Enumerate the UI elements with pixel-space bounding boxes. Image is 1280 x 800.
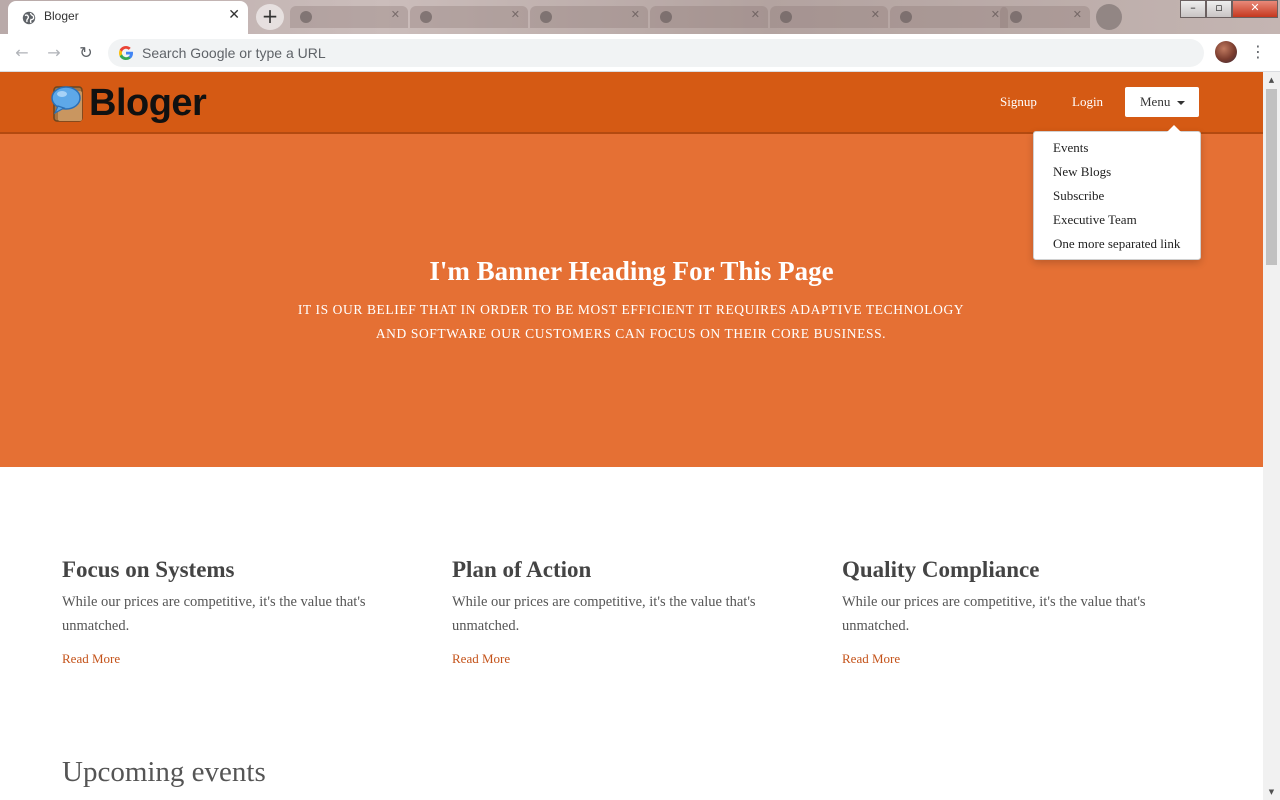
- background-tab[interactable]: ✕: [290, 6, 408, 28]
- background-tab[interactable]: ✕: [530, 6, 648, 28]
- feature-card: Quality Compliance While our prices are …: [842, 556, 1172, 668]
- new-tab-button[interactable]: +: [256, 4, 284, 30]
- more-options-icon[interactable]: ⋮: [1250, 41, 1266, 65]
- feature-text: While our prices are competitive, it's t…: [842, 594, 1146, 634]
- background-tab[interactable]: ✕: [1000, 6, 1090, 28]
- feature-text: While our prices are competitive, it's t…: [62, 594, 366, 634]
- maximize-button[interactable]: ▫: [1206, 0, 1232, 18]
- feature-card: Focus on Systems While our prices are co…: [62, 556, 392, 668]
- profile-avatar[interactable]: [1215, 41, 1237, 63]
- page-scrollbar[interactable]: ▲ ▼: [1263, 72, 1280, 800]
- tab-strip: ✕ ✕ ✕ ✕ ✕ ✕ ✕ Bloger ✕ + – ▫ ✕: [0, 0, 1280, 34]
- tab-close-icon[interactable]: ✕: [228, 7, 240, 23]
- login-link[interactable]: Login: [1072, 94, 1103, 110]
- site-navbar: Bloger Signup Login Menu: [0, 72, 1263, 134]
- menu-dropdown: Events New Blogs Subscribe Executive Tea…: [1033, 125, 1201, 260]
- read-more-link[interactable]: Read More: [842, 651, 900, 667]
- background-tab[interactable]: ✕: [770, 6, 888, 28]
- tab-favicon-icon: [780, 11, 792, 23]
- background-tab[interactable]: ✕: [890, 6, 1008, 28]
- tab-close-icon[interactable]: ✕: [751, 8, 760, 21]
- tab-close-icon[interactable]: ✕: [511, 8, 520, 21]
- scroll-up-icon[interactable]: ▲: [1263, 72, 1280, 88]
- background-tab[interactable]: ✕: [410, 6, 528, 28]
- tab-close-icon[interactable]: ✕: [871, 8, 880, 21]
- banner-subtext: IT IS OUR BELIEF THAT IN ORDER TO BE MOS…: [297, 302, 965, 341]
- site-logo[interactable]: Bloger: [50, 81, 207, 125]
- back-arrow-icon[interactable]: ←: [10, 41, 34, 65]
- signup-link[interactable]: Signup: [1000, 94, 1037, 110]
- menu-dropdown-button[interactable]: Menu: [1125, 87, 1199, 117]
- dropdown-item-subscribe[interactable]: Subscribe: [1034, 184, 1200, 208]
- tab-title: Bloger: [44, 9, 79, 23]
- caret-down-icon: [1177, 101, 1185, 105]
- reload-icon[interactable]: ↻: [74, 41, 98, 65]
- read-more-link[interactable]: Read More: [62, 651, 120, 667]
- tab-close-icon[interactable]: ✕: [1073, 8, 1082, 21]
- active-tab[interactable]: Bloger ✕: [8, 1, 248, 34]
- feature-text: While our prices are competitive, it's t…: [452, 594, 756, 634]
- feature-title: Plan of Action: [452, 557, 592, 582]
- minimize-button[interactable]: –: [1180, 0, 1206, 18]
- tab-favicon-icon: [420, 11, 432, 23]
- browser-toolbar: ← → ↻ ⋮: [0, 34, 1280, 72]
- dropdown-item-events[interactable]: Events: [1034, 136, 1200, 160]
- scroll-down-icon[interactable]: ▼: [1263, 784, 1280, 800]
- scrollbar-thumb[interactable]: [1266, 89, 1277, 265]
- speech-bubble-icon: [51, 86, 83, 122]
- globe-icon: [22, 11, 36, 25]
- banner-heading: I'm Banner Heading For This Page: [429, 256, 834, 286]
- feature-title: Quality Compliance: [842, 557, 1040, 582]
- close-window-button[interactable]: ✕: [1232, 0, 1278, 18]
- tab-close-icon[interactable]: ✕: [631, 8, 640, 21]
- feature-card: Plan of Action While our prices are comp…: [452, 556, 782, 668]
- tab-favicon-icon: [660, 11, 672, 23]
- tab-close-icon[interactable]: ✕: [991, 8, 1000, 21]
- tab-favicon-icon: [300, 11, 312, 23]
- tab-close-icon[interactable]: ✕: [391, 8, 400, 21]
- window-controls: – ▫ ✕: [1180, 0, 1278, 18]
- feature-title: Focus on Systems: [62, 557, 235, 582]
- omnibox-input[interactable]: [142, 43, 1182, 63]
- read-more-link[interactable]: Read More: [452, 651, 510, 667]
- page-viewport: Bloger Signup Login Menu I'm Banner Head…: [0, 72, 1263, 800]
- background-tab[interactable]: ✕: [650, 6, 768, 28]
- tab-favicon-icon: [900, 11, 912, 23]
- menu-label: Menu: [1140, 94, 1171, 109]
- google-g-icon: [119, 46, 133, 60]
- dropdown-item-executive-team[interactable]: Executive Team: [1034, 208, 1200, 232]
- forward-arrow-icon[interactable]: →: [42, 41, 66, 65]
- tab-favicon-icon: [1010, 11, 1022, 23]
- tab-search-icon[interactable]: [1096, 4, 1122, 30]
- tab-favicon-icon: [540, 11, 552, 23]
- logo-text: Bloger: [89, 82, 207, 124]
- dropdown-item-new-blogs[interactable]: New Blogs: [1034, 160, 1200, 184]
- address-bar[interactable]: [108, 39, 1204, 67]
- upcoming-events-heading: Upcoming events: [62, 756, 266, 788]
- dropdown-item-separated-link[interactable]: One more separated link: [1034, 232, 1200, 256]
